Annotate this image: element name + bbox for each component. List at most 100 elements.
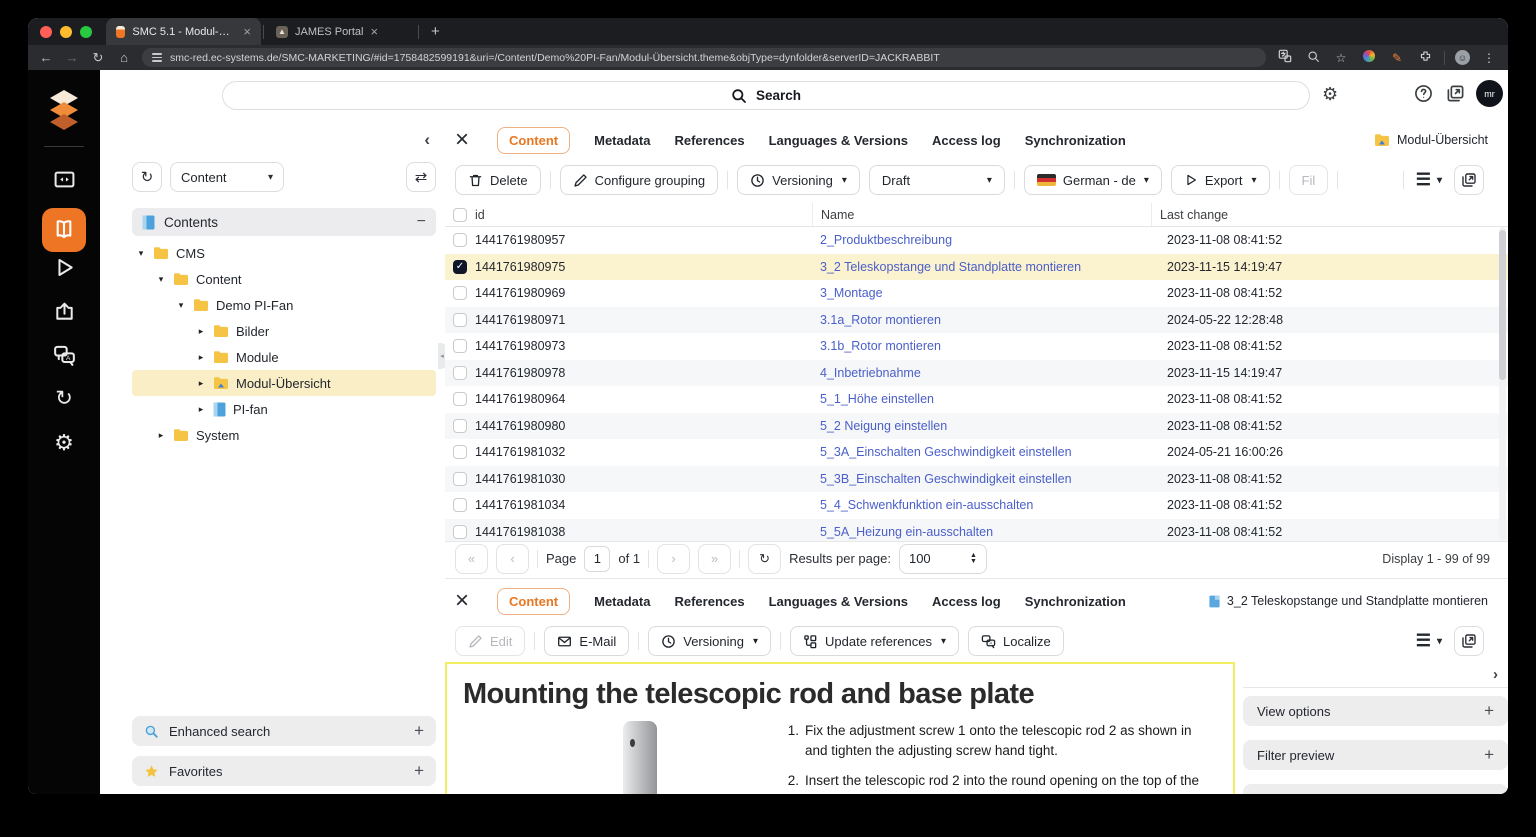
- duplicate-view-button[interactable]: [1454, 165, 1484, 195]
- tab-references[interactable]: References: [674, 594, 744, 609]
- tab-metadata[interactable]: Metadata: [594, 594, 650, 609]
- column-last-change[interactable]: Last change: [1151, 203, 1508, 226]
- row-name-link[interactable]: 5_1_Höhe einstellen: [820, 392, 1167, 406]
- column-name[interactable]: Name: [812, 203, 1159, 226]
- row-name-link[interactable]: 2_Produktbeschreibung: [820, 233, 1167, 247]
- settings-gear-icon[interactable]: ⚙: [1322, 84, 1338, 105]
- select-all-checkbox[interactable]: [453, 207, 467, 222]
- versioning-button[interactable]: Versioning ▾: [648, 626, 771, 656]
- new-tab-button[interactable]: +: [431, 23, 440, 40]
- tree-swap-button[interactable]: ⇄: [406, 162, 436, 192]
- table-row[interactable]: ✓ 1441761980975 3_2 Teleskopstange und S…: [445, 253, 1508, 280]
- delete-button[interactable]: Delete: [455, 165, 541, 195]
- row-name-link[interactable]: 3_2 Teleskopstange und Standplatte monti…: [820, 260, 1167, 274]
- table-row[interactable]: 1441761980971 3.1a_Rotor montieren 2024-…: [445, 306, 1508, 333]
- collapse-panel-icon[interactable]: ‹: [424, 130, 430, 150]
- play-icon[interactable]: [28, 256, 100, 279]
- tree-item-module[interactable]: ▸ Module: [132, 344, 436, 370]
- browser-tab-james[interactable]: ▲ JAMES Portal ×: [266, 18, 416, 45]
- versioning-button[interactable]: Versioning ▾: [737, 165, 860, 195]
- forward-icon[interactable]: →: [64, 50, 80, 65]
- content-module-icon-active[interactable]: [42, 208, 86, 252]
- export-box-icon[interactable]: [28, 300, 100, 323]
- tree-item-cms[interactable]: ▾ CMS: [132, 240, 436, 266]
- view-menu-button[interactable]: ☰ ▾: [1416, 631, 1442, 651]
- table-row[interactable]: 1441761981034 5_4_Schwenkfunktion ein-au…: [445, 492, 1508, 519]
- email-button[interactable]: E-Mail: [544, 626, 630, 656]
- tab-references[interactable]: References: [674, 133, 744, 148]
- tab-metadata[interactable]: Metadata: [594, 133, 650, 148]
- table-scrollbar-thumb[interactable]: [1499, 230, 1506, 380]
- row-checkbox[interactable]: [453, 445, 467, 460]
- row-name-link[interactable]: 5_2 Neigung einstellen: [820, 419, 1167, 433]
- plus-icon[interactable]: +: [414, 761, 424, 781]
- tab-close-icon[interactable]: ×: [243, 24, 251, 39]
- first-page-button[interactable]: «: [455, 543, 488, 574]
- reload-icon[interactable]: ↻: [90, 50, 106, 66]
- back-icon[interactable]: ←: [38, 50, 54, 65]
- plus-icon[interactable]: +: [1484, 745, 1494, 765]
- tree-item-pi-fan[interactable]: ▸ PI-fan: [132, 396, 436, 422]
- enhanced-search-accordion[interactable]: Enhanced search +: [132, 716, 436, 746]
- expand-panel-icon[interactable]: ›: [1493, 666, 1498, 683]
- row-name-link[interactable]: 5_3A_Einschalten Geschwindigkeit einstel…: [820, 445, 1167, 459]
- row-checkbox[interactable]: [453, 286, 467, 301]
- table-row[interactable]: 1441761981030 5_3B_Einschalten Geschwind…: [445, 465, 1508, 492]
- preview-frame-icon[interactable]: [28, 168, 100, 191]
- tab-content[interactable]: Content: [497, 587, 571, 615]
- row-name-link[interactable]: 5_3B_Einschalten Geschwindigkeit einstel…: [820, 472, 1167, 486]
- open-external-icon[interactable]: [1446, 84, 1465, 108]
- address-bar[interactable]: smc-red.ec-systems.de/SMC-MARKETING/#id=…: [142, 48, 1266, 67]
- favorites-accordion[interactable]: Favorites +: [132, 756, 436, 786]
- contents-root-header[interactable]: Contents −: [132, 208, 436, 236]
- localize-button[interactable]: A Localize: [967, 626, 1064, 656]
- tree-item-system[interactable]: ▸ System: [132, 422, 436, 448]
- tree-refresh-button[interactable]: ↻: [132, 162, 162, 192]
- row-checkbox[interactable]: [453, 339, 467, 354]
- browser-profile-avatar[interactable]: ☺: [1455, 50, 1470, 65]
- close-icon[interactable]: ×: [455, 128, 469, 152]
- tab-access-log[interactable]: Access log: [932, 594, 1001, 609]
- row-checkbox[interactable]: [453, 418, 467, 433]
- row-name-link[interactable]: 5_4_Schwenkfunktion ein-ausschalten: [820, 498, 1167, 512]
- row-name-link[interactable]: 4_Inbetriebnahme: [820, 366, 1167, 380]
- tab-close-icon[interactable]: ×: [370, 24, 378, 39]
- next-page-button[interactable]: ›: [657, 543, 691, 574]
- view-options-accordion[interactable]: View options +: [1243, 696, 1508, 726]
- tree-scope-select[interactable]: Content ▾: [170, 162, 284, 192]
- collapse-minus-icon[interactable]: −: [417, 213, 426, 231]
- tree-item-modul-uebersicht[interactable]: ▸ Modul-Übersicht: [132, 370, 436, 396]
- lens-search-icon[interactable]: [1304, 50, 1322, 66]
- author-support-accordion[interactable]: Author support+: [1243, 784, 1508, 794]
- close-icon[interactable]: ×: [455, 589, 469, 613]
- table-row[interactable]: 1441761980980 5_2 Neigung einstellen 202…: [445, 412, 1508, 439]
- tree-item-bilder[interactable]: ▸ Bilder: [132, 318, 436, 344]
- draft-select[interactable]: Draft ▾: [868, 165, 1005, 195]
- close-window-button[interactable]: [40, 25, 52, 38]
- row-checkbox[interactable]: ✓: [453, 259, 467, 274]
- sync-icon[interactable]: ↻: [28, 386, 100, 411]
- row-checkbox[interactable]: [453, 312, 467, 327]
- plus-icon[interactable]: +: [414, 721, 424, 741]
- user-avatar[interactable]: mr: [1476, 80, 1503, 107]
- prev-page-button[interactable]: ‹: [496, 543, 529, 574]
- table-row[interactable]: 1441761980973 3.1b_Rotor montieren 2023-…: [445, 333, 1508, 360]
- row-checkbox[interactable]: [453, 498, 467, 513]
- update-references-button[interactable]: Update references ▾: [790, 626, 959, 656]
- row-checkbox[interactable]: [453, 471, 467, 486]
- bookmark-star-icon[interactable]: ☆: [1332, 51, 1350, 65]
- minimize-window-button[interactable]: [60, 25, 72, 38]
- export-button[interactable]: Export ▾: [1170, 165, 1270, 195]
- browser-tab-smc[interactable]: SMC 5.1 - Modul-Übersicht ×: [106, 18, 261, 45]
- results-per-page-stepper[interactable]: 100 ▲ ▼: [898, 543, 987, 574]
- tab-languages-versions[interactable]: Languages & Versions: [769, 133, 908, 148]
- zoom-window-button[interactable]: [80, 25, 92, 38]
- row-name-link[interactable]: 3.1b_Rotor montieren: [820, 339, 1167, 353]
- tree-item-content[interactable]: ▾ Content: [132, 266, 436, 292]
- filter-button-truncated[interactable]: Fil: [1288, 165, 1329, 195]
- color-extension-icon[interactable]: [1360, 50, 1378, 65]
- table-row[interactable]: 1441761980978 4_Inbetriebnahme 2023-11-1…: [445, 359, 1508, 386]
- configure-grouping-button[interactable]: Configure grouping: [559, 165, 719, 195]
- view-menu-button[interactable]: ☰ ▾: [1416, 170, 1442, 190]
- row-checkbox[interactable]: [453, 392, 467, 407]
